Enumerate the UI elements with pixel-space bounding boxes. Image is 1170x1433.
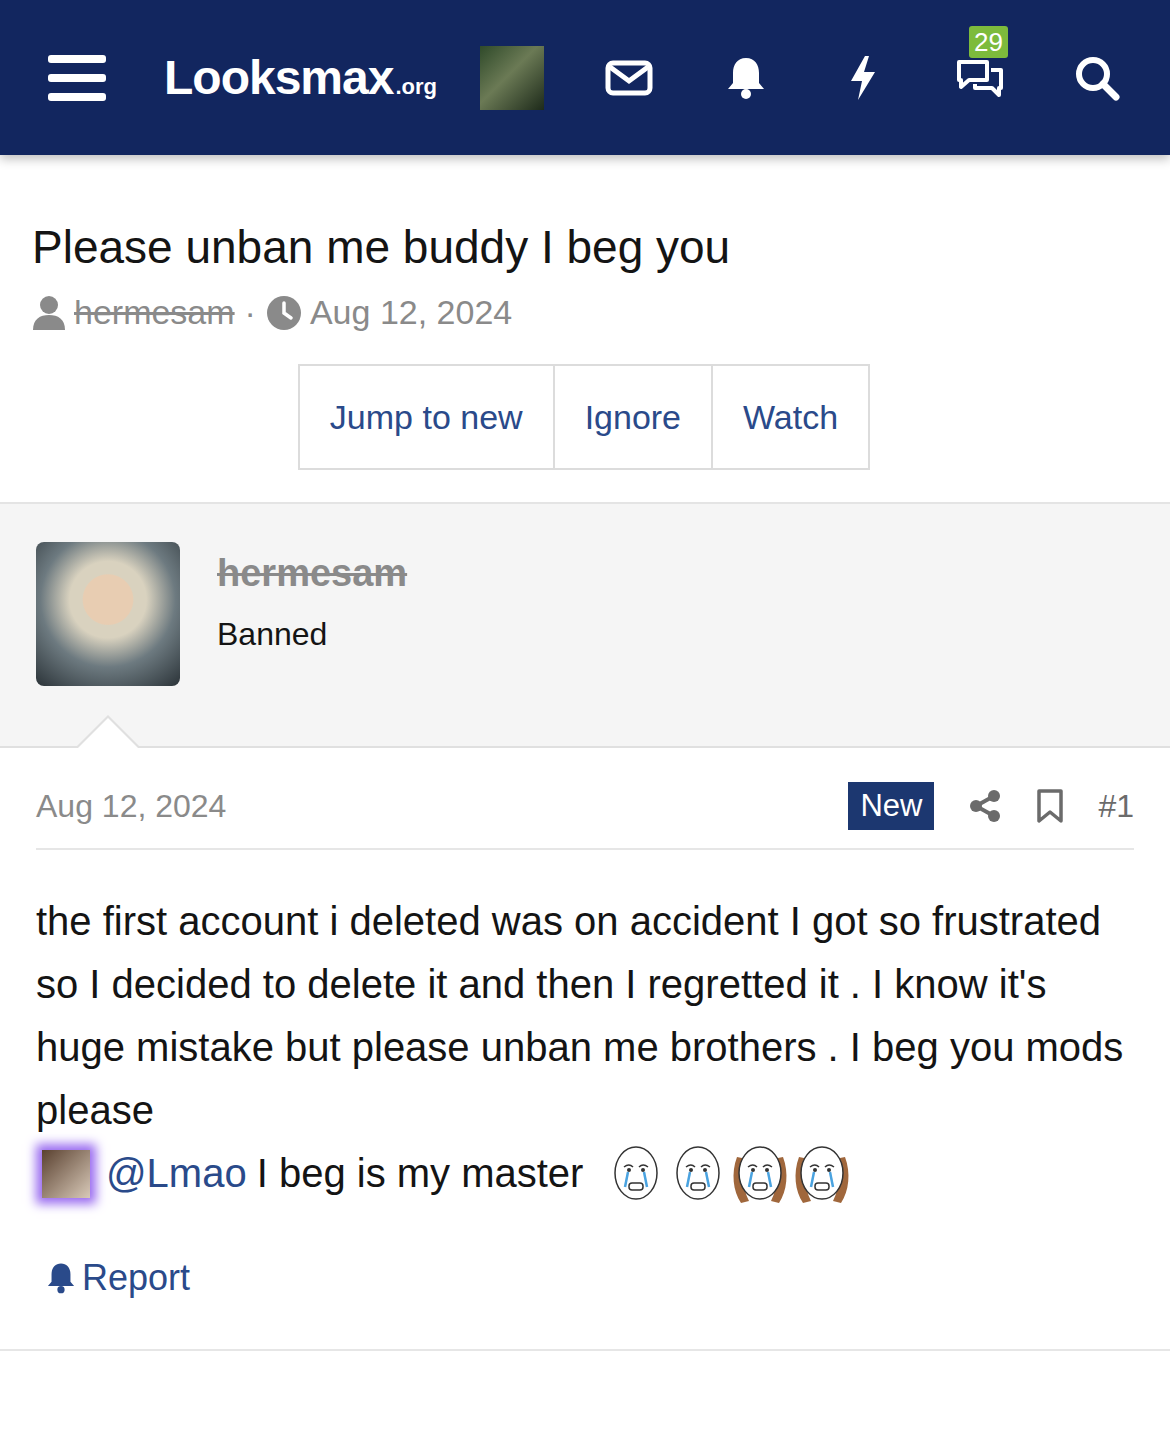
post-arrow <box>75 715 141 748</box>
crying-face-icon <box>791 1143 853 1205</box>
bell-icon <box>46 1262 76 1294</box>
post-body: the first account i deleted was on accid… <box>36 850 1134 1205</box>
thread-meta: hermesam · Aug 12, 2024 <box>32 293 1138 332</box>
share-icon[interactable] <box>968 789 1002 823</box>
report-link[interactable]: Report <box>36 1257 1134 1299</box>
post: Aug 12, 2024 New #1 the first account i … <box>0 748 1170 1351</box>
thread-title: Please unban me buddy I beg you <box>32 219 1138 275</box>
chat-icon[interactable] <box>953 56 1007 100</box>
user-title: Banned <box>217 616 407 653</box>
mention-link[interactable]: @Lmao <box>106 1142 247 1205</box>
notification-badge: 29 <box>969 26 1008 58</box>
new-badge: New <box>848 782 934 830</box>
menu-icon[interactable] <box>48 55 106 101</box>
username[interactable]: hermesam <box>217 550 407 596</box>
crying-face-icon <box>605 1143 667 1205</box>
bell-icon[interactable] <box>726 56 766 100</box>
thread-author[interactable]: hermesam <box>74 293 235 332</box>
user-icon <box>32 295 66 331</box>
account-avatar[interactable] <box>480 46 544 110</box>
site-logo[interactable]: Looksmax.org <box>164 50 437 105</box>
thread-actions: Jump to newIgnoreWatch <box>32 364 1138 470</box>
search-icon[interactable] <box>1074 55 1120 101</box>
post-number[interactable]: #1 <box>1098 788 1134 825</box>
clock-icon <box>266 295 302 331</box>
user-avatar[interactable] <box>36 542 180 686</box>
bolt-icon[interactable] <box>849 56 877 100</box>
crying-face-icon <box>729 1143 791 1205</box>
mention-avatar <box>42 1150 90 1198</box>
post-text: the first account i deleted was on accid… <box>36 890 1134 1142</box>
thread-action-button[interactable]: Ignore <box>553 364 713 470</box>
post-header: Aug 12, 2024 New #1 <box>36 748 1134 848</box>
bookmark-icon[interactable] <box>1036 788 1064 824</box>
post-date[interactable]: Aug 12, 2024 <box>36 788 226 825</box>
thread-header: Please unban me buddy I beg you hermesam… <box>0 155 1170 470</box>
thread-page: Looksmax.org 29 Please unban me buddy I … <box>0 0 1170 1433</box>
crying-face-icon <box>667 1143 729 1205</box>
thread-action-button[interactable]: Jump to new <box>298 364 555 470</box>
thread-action-button[interactable]: Watch <box>711 364 870 470</box>
post-user: hermesam Banned <box>0 502 1170 748</box>
thread-date[interactable]: Aug 12, 2024 <box>310 293 512 332</box>
post-text: I beg is my master <box>257 1142 584 1205</box>
envelope-icon[interactable] <box>605 60 653 96</box>
top-bar: Looksmax.org 29 <box>0 0 1170 155</box>
